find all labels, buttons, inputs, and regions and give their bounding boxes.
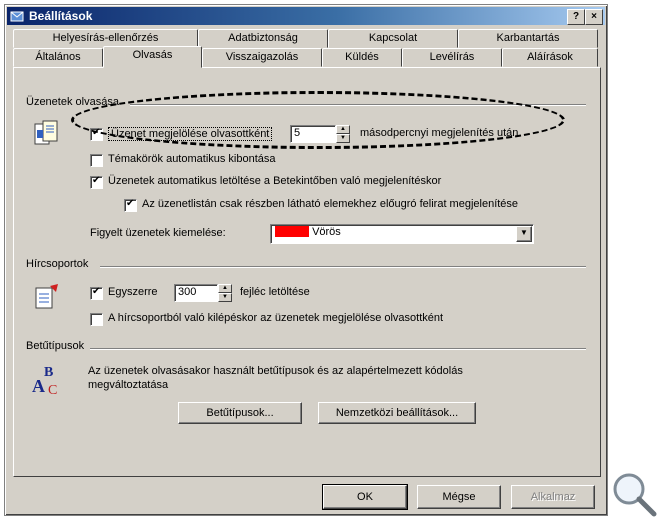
fonts-icon: B A C <box>32 365 57 398</box>
cancel-button[interactable]: Mégse <box>417 485 501 509</box>
international-settings-button[interactable]: Nemzetközi beállítások... <box>318 402 476 424</box>
auto-expand-checkbox[interactable] <box>90 154 103 167</box>
auto-download-checkbox[interactable] <box>90 175 103 189</box>
tooltips-label: Az üzenetlistán csak részben látható ele… <box>142 198 519 210</box>
highlight-label: Figyelt üzenetek kiemelése: <box>90 227 226 239</box>
tab-general[interactable]: Általános <box>13 48 103 67</box>
tab-row-back: Helyesírás-ellenőrzés Adatbiztonság Kapc… <box>5 29 607 48</box>
tab-signatures[interactable]: Aláírások <box>502 48 598 67</box>
help-button[interactable]: ? <box>567 9 585 25</box>
tab-row-front: Általános Olvasás Visszaigazolás Küldés … <box>5 46 607 68</box>
header-count-checkbox[interactable] <box>90 286 103 300</box>
fonts-button[interactable]: Betűtípusok... <box>178 402 302 424</box>
separator-reading <box>130 104 586 106</box>
apply-button[interactable]: Alkalmaz <box>511 485 595 509</box>
auto-expand-label: Témakörök automatikus kibontása <box>108 153 276 165</box>
close-button[interactable]: × <box>585 9 603 25</box>
apply-label: Alkalmaz <box>530 491 576 503</box>
header-count-spinner[interactable]: ▲ ▼ <box>218 284 232 302</box>
mark-read-suffix: másodpercnyi megjelenítés után <box>360 127 519 139</box>
highlight-color-value: Vörös <box>312 226 341 238</box>
tooltips-checkbox[interactable] <box>124 198 137 212</box>
magnifier-icon[interactable] <box>610 470 658 518</box>
tab-connection[interactable]: Kapcsolat <box>328 29 458 48</box>
header-count-label: Egyszerre <box>108 286 158 298</box>
tab-maintenance[interactable]: Karbantartás <box>458 29 598 48</box>
tab-send[interactable]: Küldés <box>322 48 402 67</box>
title-bar: Beállítások ? × <box>7 7 605 25</box>
tab-receipts[interactable]: Visszaigazolás <box>202 48 322 67</box>
window-title: Beállítások <box>29 9 93 23</box>
mark-read-spinner[interactable]: ▲ ▼ <box>336 125 350 143</box>
separator-fonts <box>90 348 586 350</box>
header-count-suffix: fejléc letöltése <box>240 286 310 298</box>
chevron-down-icon[interactable]: ▼ <box>516 226 532 242</box>
separator-news <box>100 266 586 268</box>
read-message-icon <box>34 120 58 145</box>
mark-read-seconds-input[interactable]: 5 <box>290 125 336 143</box>
outlook-express-icon <box>10 11 24 22</box>
auto-download-label: Üzenetek automatikus letöltése a Betekin… <box>108 175 442 187</box>
color-swatch <box>275 226 309 237</box>
settings-dialog: Beállítások ? × Helyesírás-ellenőrzés Ad… <box>4 4 608 516</box>
svg-text:A: A <box>32 376 45 396</box>
tab-compose[interactable]: Levélírás <box>402 48 502 67</box>
ok-button[interactable]: OK <box>322 484 408 510</box>
mark-read-checkbox[interactable] <box>90 127 103 141</box>
tab-security[interactable]: Adatbiztonság <box>198 29 328 48</box>
mark-on-exit-label: A hírcsoportból való kilépéskor az üzene… <box>108 312 444 324</box>
section-title-fonts: Betűtípusok <box>26 340 85 352</box>
reading-panel: Üzenetek olvasása Üzenet megjelölése olv… <box>13 67 601 477</box>
section-title-news: Hírcsoportok <box>26 258 89 270</box>
section-title-reading: Üzenetek olvasása <box>26 96 119 108</box>
svg-text:C: C <box>48 383 57 398</box>
header-count-input[interactable]: 300 <box>174 284 218 302</box>
fonts-description: Az üzenetek olvasásakor használt betűtíp… <box>88 365 463 391</box>
mark-read-label: Üzenet megjelölése olvasottként <box>108 127 273 141</box>
mark-on-exit-checkbox[interactable] <box>90 313 103 326</box>
tab-reading[interactable]: Olvasás <box>103 46 202 68</box>
highlight-color-select[interactable]: Vörös ▼ <box>270 224 534 244</box>
newsgroup-icon <box>35 284 58 309</box>
svg-text:B: B <box>44 365 53 380</box>
